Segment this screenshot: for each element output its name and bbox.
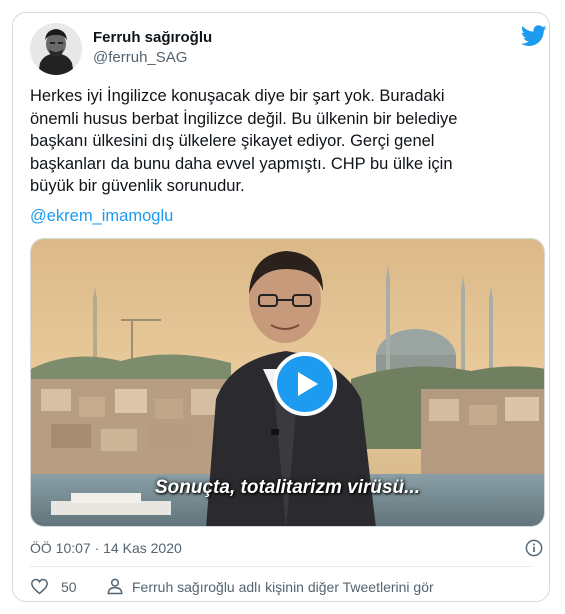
tweet-text-line: büyük bir güvenlik sorunudur. [30,177,245,195]
mention-link[interactable]: @ekrem_imamoglu [30,207,173,226]
video-player[interactable]: Sonuçta, totalitarizm virüsü... [30,238,545,527]
user-avatar[interactable] [30,23,82,75]
info-icon[interactable] [525,539,543,557]
footer-divider [30,566,532,567]
video-subtitle: Sonuçta, totalitarizm virüsü... [155,477,420,498]
twitter-bird-icon[interactable] [521,25,547,47]
tweet-text-line: başkanı ülkesini dış ülkelere şikayet ed… [30,132,435,150]
user-display-name[interactable]: Ferruh sağıroğlu [93,29,212,46]
tweet-text-line: önemli husus berbat İngilizce değil. Bu … [30,109,458,128]
tweet-card: Ferruh sağıroğlu @ferruh_SAG Herkes iyi … [12,12,550,602]
more-tweets-link[interactable]: Ferruh sağıroğlu adlı kişinin diğer Twee… [132,579,434,595]
tweet-text: Herkes iyi İngilizce konuşacak diye bir … [30,85,540,198]
play-button[interactable] [273,352,337,416]
tweet-text-line: başkanları da bunu daha evvel yapmıştı. … [30,154,453,173]
tweet-text-line: Herkes iyi İngilizce konuşacak diye bir … [30,87,445,105]
avatar-portrait-icon [30,23,82,75]
heart-icon[interactable] [30,578,49,595]
like-count: 50 [61,579,77,595]
tweet-timestamp[interactable]: ÖÖ 10:07 · 14 Kas 2020 [30,540,182,556]
play-icon [298,372,318,396]
user-handle[interactable]: @ferruh_SAG [93,49,187,66]
person-icon[interactable] [105,576,125,596]
